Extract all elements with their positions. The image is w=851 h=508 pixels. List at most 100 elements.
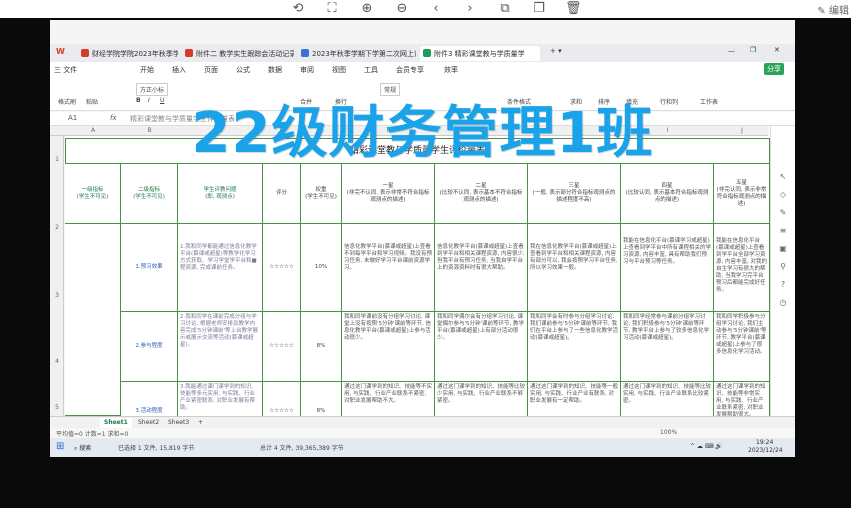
question-cell[interactable]: 1.我和同学都能通过信息化教学平台(慕课或超星)等教学化学习方式获取、学习学堂学… <box>178 224 263 312</box>
question-cell[interactable]: 2.我和同学在课前完成分组与学习讨论, 根据老师安排及教学内容完成'5分钟课前'… <box>178 312 263 382</box>
zoom-level[interactable]: 100% <box>660 429 677 436</box>
spreadsheet-grid: 精彩课堂教与学质量学生评价量表 一级指标 (学生不可见) 二级指标 (学生不可见… <box>65 136 770 416</box>
new-tab-icon[interactable]: + ▾ <box>550 47 562 55</box>
sheet-tab-2[interactable]: Sheet2 <box>134 418 163 428</box>
add-sheet-button[interactable]: + <box>194 418 207 428</box>
header-cell[interactable]: 权重 (学生不可见) <box>301 164 342 224</box>
weight-cell[interactable]: 8% <box>301 382 342 416</box>
zoom-out-icon[interactable]: ⊖ <box>394 1 410 17</box>
row-header[interactable]: 5 <box>50 404 64 411</box>
menu-data[interactable]: 数据 <box>268 65 282 75</box>
header-cell[interactable]: 二级指标 (学生不可见) <box>121 164 178 224</box>
star-desc-cell[interactable]: 信息化教学平台(慕课或超星)上查看到学平台和相关课程资源, 内容很少, 但我平台… <box>435 224 528 312</box>
tab-doc-3[interactable]: 2023年秋季学期下学第二次网上评教工 <box>298 46 416 61</box>
menu-formula[interactable]: 公式 <box>236 65 250 75</box>
question-cell[interactable]: 3.我能通过课门课学到的知识、技能等多元实用, 与实践、行业产业紧密联系, 对职… <box>178 382 263 416</box>
tab-label: 附件二 教学实生跟踪会活动记录表 <box>196 50 294 58</box>
header-cell[interactable]: 四星 (比较认同, 表示基本符合指标观测点的描述) <box>621 164 714 224</box>
star-desc-cell[interactable]: 我和同学课前没有分组学习讨论, 课堂上没有按照'5分钟'课前等环节, 信息化教学… <box>342 312 435 382</box>
row-header[interactable]: 2 <box>50 224 64 231</box>
row-headers: 1 2 3 4 5 <box>50 136 64 416</box>
sheet-tab-3[interactable]: Sheet3 <box>164 418 193 428</box>
windows-start-icon[interactable]: ⊞ <box>56 441 64 452</box>
close-icon[interactable]: ✕ <box>774 46 780 54</box>
clock-time: 19:24 <box>756 439 774 446</box>
header-cell[interactable]: 一星 (非完不认同, 表示非常不符合指标观测点的描述) <box>342 164 435 224</box>
crop-icon[interactable]: ⧉ <box>497 1 513 17</box>
star-desc-cell[interactable]: 通过这门课学到的知识、技能等比较少实用, 与实践、行业产业联系不够紧密。 <box>435 382 528 416</box>
star-desc-cell[interactable]: 我和同学会有时参与分组学习讨论, 我们课前参与'5分钟'课前等环节, 我们在平台… <box>528 312 621 382</box>
menu-member[interactable]: 会员专享 <box>396 65 424 75</box>
copy-icon[interactable]: ❐ <box>531 1 547 17</box>
shapes-icon[interactable]: ◇ <box>778 190 788 200</box>
sub-indicator-cell[interactable]: 2.参与程度 <box>121 312 178 382</box>
select-icon[interactable]: ↖ <box>778 172 788 182</box>
property-icon[interactable]: ≡ <box>778 226 788 236</box>
star-desc-cell[interactable]: 通过这门课学到的知识、技能等一般实用, 与实践、行业产业有联系, 对职业发展有一… <box>528 382 621 416</box>
score-cell[interactable]: ☆☆☆☆☆ <box>263 312 301 382</box>
row-header[interactable]: 3 <box>50 292 64 299</box>
weight-cell[interactable]: 10% <box>301 224 342 312</box>
star-desc-cell[interactable]: 通过这门课学到的知识、技能等比较实用, 与实践、行业产业联系比较紧密。 <box>621 382 714 416</box>
minimize-icon[interactable]: — <box>728 47 735 55</box>
header-cell[interactable]: 评分 <box>263 164 301 224</box>
zoom-in-icon[interactable]: ⊕ <box>359 1 375 17</box>
share-button[interactable]: 分享 <box>764 63 784 75</box>
tab-label: 财经学院学院2023年秋季学期第18年 <box>92 50 178 58</box>
menu-home[interactable]: 开始 <box>140 65 154 75</box>
help-icon[interactable]: ? <box>778 280 788 290</box>
doc-icon <box>301 49 309 57</box>
menu-page[interactable]: 页面 <box>204 65 218 75</box>
indicator-cell[interactable] <box>65 224 121 416</box>
menu-tools[interactable]: 工具 <box>364 65 378 75</box>
score-cell[interactable]: ☆☆☆☆☆ <box>263 224 301 312</box>
image-icon[interactable]: ▣ <box>778 244 788 254</box>
header-cell[interactable]: 一级指标 (学生不可见) <box>65 164 121 224</box>
star-desc-cell[interactable]: 我和同学积极参与分组学习讨论, 我们主动参与'5分钟课前'等环节, 教学平台(慕… <box>714 312 770 382</box>
delete-icon[interactable]: 🗑 <box>565 1 582 17</box>
star-desc-cell[interactable]: 信息化教学平台(慕课或超星)上查看不到每学平台和学习视频。我没有预习任务, 未做… <box>342 224 435 312</box>
star-desc-cell[interactable]: 我和同学经常参与课前分组学习讨论, 我们积极参与'5分钟'课前等环节, 教学平台… <box>621 312 714 382</box>
edit-button[interactable]: ✎ 编辑 <box>817 2 849 17</box>
tray-icons[interactable]: ^ ☁ ⌨ 🔊 <box>690 443 723 450</box>
sheet-tab-1[interactable]: Sheet1 <box>100 418 132 428</box>
star-desc-cell[interactable]: 我能在信息化平台(慕课学习或超星)上查看到学平台中所有课程相关的学习资源, 内容… <box>621 224 714 312</box>
photo-background: W 财经学院学院2023年秋季学期第18年 附件二 教学实生跟踪会活动记录表 2… <box>0 18 851 508</box>
style-icon[interactable]: ✎ <box>778 208 788 218</box>
search-box[interactable]: ⌕ 搜索 <box>74 443 91 453</box>
sub-indicator-cell[interactable]: 3.活动程度 <box>121 382 178 416</box>
pdf-icon <box>81 49 89 57</box>
menu-review[interactable]: 审阅 <box>300 65 314 75</box>
star-desc-cell[interactable]: 我和同学偶尔会有分组学习讨论, 课堂偶尔参与'5分钟'课前等环节, 教学平台(慕… <box>435 312 528 382</box>
tab-label: 附件3 精彩课堂教与学质量学 <box>434 50 525 58</box>
tab-doc-4-active[interactable]: 附件3 精彩课堂教与学质量学 <box>420 46 540 61</box>
menubar: 三 文件 开始 插入 页面 公式 数据 审阅 视图 工具 会员专享 效率 分享 <box>50 62 795 77</box>
star-desc-cell[interactable]: 通过这门课学到的知识、技能等非常实用, 与实践、行业产业联系紧密, 对职业发展帮… <box>714 382 770 416</box>
star-desc-cell[interactable]: 我能在信息化平台(慕课或超星)上查看到学平台全部学习资源, 内容丰富, 对我的自… <box>714 224 770 312</box>
menu-file[interactable]: 三 文件 <box>54 65 77 75</box>
star-desc-cell[interactable]: 通过这门课学到的知识、技能等不实用, 与实践、行业产业联系不紧密, 对职业发展帮… <box>342 382 435 416</box>
search-label: 搜索 <box>79 445 92 452</box>
menu-efficiency[interactable]: 效率 <box>444 65 458 75</box>
restore-icon[interactable]: ❐ <box>750 46 756 54</box>
tab-doc-1[interactable]: 财经学院学院2023年秋季学期第18年 <box>78 46 178 61</box>
sub-indicator-cell[interactable]: 1.预习效果 <box>121 224 178 312</box>
row-header[interactable]: 4 <box>50 358 64 365</box>
header-cell[interactable]: 三星 (一般, 表示部分符合指标观测点的描述程度不高) <box>528 164 621 224</box>
history-icon[interactable]: ◷ <box>778 298 788 308</box>
star-desc-cell[interactable]: 我在信息化教学平台(慕课或超星)上查看到学平台和相关课程资源, 内容有部分可以,… <box>528 224 621 312</box>
search-icon: ⌕ <box>74 445 78 452</box>
header-cell[interactable]: 学生评教问题 (即, 观测点) <box>178 164 263 224</box>
prev-icon[interactable]: ‹ <box>428 1 444 17</box>
header-cell[interactable]: 五星 (非完认同, 表示非常符合指标观测点的描述) <box>714 164 770 224</box>
filter-icon[interactable]: ⚲ <box>778 262 788 272</box>
tab-doc-2[interactable]: 附件二 教学实生跟踪会活动记录表 <box>182 46 294 61</box>
score-cell[interactable]: ☆☆☆☆☆ <box>263 382 301 416</box>
next-icon[interactable]: › <box>462 1 478 17</box>
rotate-icon[interactable]: ⟲ <box>290 1 306 17</box>
header-cell[interactable]: 二星 (比较不认同, 表示基本不符合指标观测点的描述) <box>435 164 528 224</box>
fullscreen-icon[interactable]: ⛶ <box>324 1 340 17</box>
weight-cell[interactable]: 8% <box>301 312 342 382</box>
menu-insert[interactable]: 插入 <box>172 65 186 75</box>
menu-view[interactable]: 视图 <box>332 65 346 75</box>
